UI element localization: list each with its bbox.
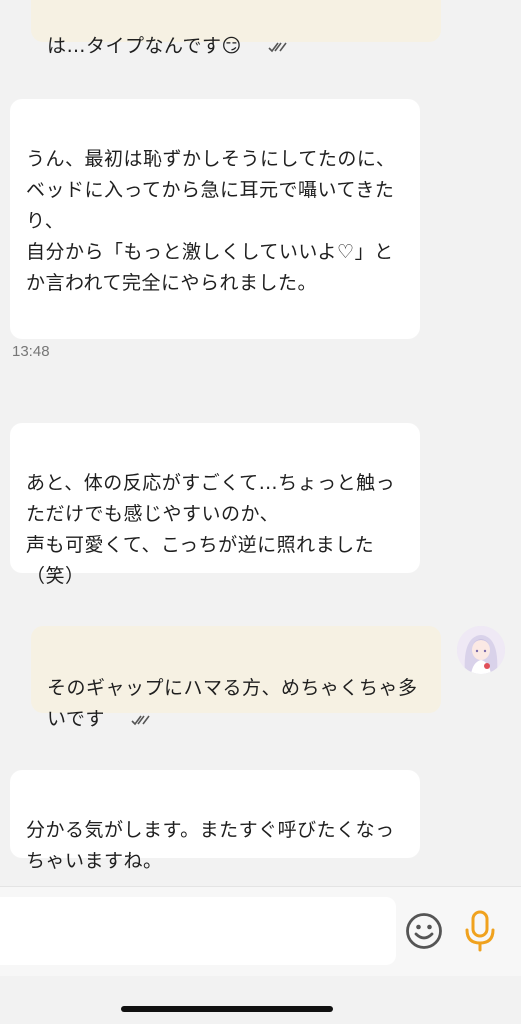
smiley-icon: [406, 913, 442, 949]
anime-avatar-icon: [457, 626, 505, 674]
input-bar: [0, 886, 521, 977]
microphone-button[interactable]: [460, 909, 500, 953]
emoji-button[interactable]: [404, 911, 444, 951]
message-text: そのギャップにハマる方、めちゃくちゃ多いです: [47, 677, 418, 730]
message-text: 分かる気がします。またすぐ呼びたくなっちゃいますね。: [26, 819, 395, 872]
message-text: は…タイプなんです😏: [47, 35, 242, 57]
message-timestamp: 13:48: [12, 343, 50, 360]
message-bubble-incoming[interactable]: うん、最初は恥ずかしそうにしてたのに、 ベッドに入ってから急に耳元で囁いてきたり…: [10, 99, 420, 339]
chat-area[interactable]: は…タイプなんです😏 うん、最初は恥ずかしそうにしてたのに、 ベッドに入ってから…: [0, 0, 521, 886]
message-text: うん、最初は恥ずかしそうにしてたのに、 ベッドに入ってから急に耳元で囁いてきたり…: [26, 148, 396, 294]
double-check-icon: [131, 714, 151, 726]
message-bubble-incoming[interactable]: 分かる気がします。またすぐ呼びたくなっちゃいますね。: [10, 770, 420, 872]
home-indicator[interactable]: [121, 1006, 333, 1012]
message-text: あと、体の反応がすごくて…ちょっと触っただけでも感じやすいのか、 声も可愛くて、…: [26, 472, 396, 587]
microphone-icon: [465, 910, 495, 952]
message-bubble-outgoing[interactable]: は…タイプなんです😏: [31, 0, 441, 57]
avatar[interactable]: [457, 626, 505, 674]
bottom-safe-area: [0, 976, 521, 1024]
message-bubble-incoming[interactable]: あと、体の反応がすごくて…ちょっと触っただけでも感じやすいのか、 声も可愛くて、…: [10, 423, 420, 587]
double-check-icon: [268, 41, 288, 53]
message-input[interactable]: [0, 897, 396, 965]
message-bubble-outgoing[interactable]: そのギャップにハマる方、めちゃくちゃ多いです: [31, 626, 441, 730]
